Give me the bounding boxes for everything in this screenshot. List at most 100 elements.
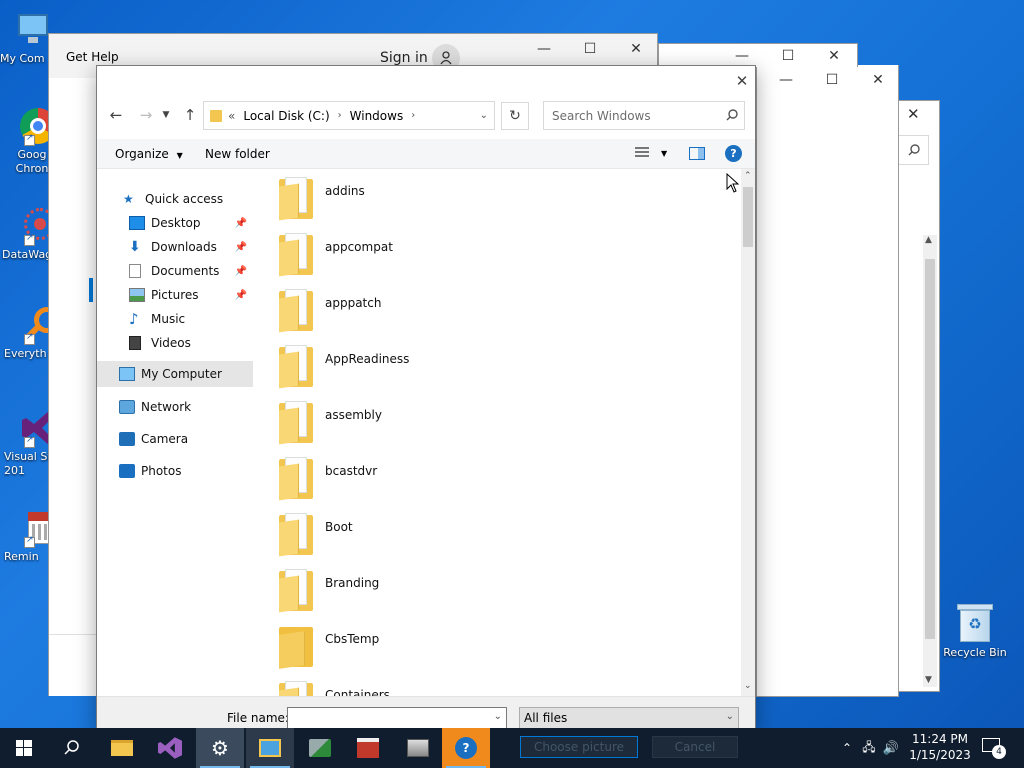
pin-icon[interactable]: 📌 <box>235 266 247 277</box>
cancel-button[interactable]: Cancel <box>652 736 738 758</box>
new-folder-button[interactable]: New folder <box>205 147 270 161</box>
list-item[interactable]: addins <box>279 177 719 233</box>
pin-icon[interactable]: 📌 <box>235 290 247 301</box>
volume-icon[interactable]: 🔊 <box>880 741 902 756</box>
view-details-icon <box>635 147 649 159</box>
back-arrow-icon[interactable]: ← <box>105 104 127 126</box>
list-item[interactable]: assembly <box>279 401 719 457</box>
document-icon <box>129 264 141 278</box>
network-tray-icon[interactable]: 🖧 <box>858 738 880 759</box>
start-button[interactable] <box>0 728 48 768</box>
taskbar-settings[interactable]: ⚙ <box>196 728 244 768</box>
maximize-icon[interactable]: ☐ <box>765 41 811 71</box>
preview-pane-icon[interactable] <box>689 147 705 160</box>
taskbar-app-tools[interactable] <box>296 728 344 768</box>
address-bar[interactable]: « Local Disk (C:) › Windows › ⌄ <box>203 101 495 130</box>
forward-arrow-icon[interactable]: → <box>135 104 157 126</box>
pin-icon[interactable]: 📌 <box>235 218 247 229</box>
help-icon: ? <box>455 737 477 759</box>
chevron-down-icon: ▼ <box>661 148 668 158</box>
taskbar-app-window[interactable] <box>246 728 294 768</box>
taskbar-help[interactable]: ? <box>442 728 490 768</box>
list-item[interactable]: AppReadiness <box>279 345 719 401</box>
music-note-icon: ♪ <box>129 310 139 328</box>
sign-in-link[interactable]: Sign in <box>380 50 428 66</box>
change-view-button[interactable]: ▼ <box>635 147 667 159</box>
taskbar-app-store[interactable] <box>344 728 392 768</box>
close-icon[interactable]: ✕ <box>811 41 857 71</box>
list-item[interactable]: apppatch <box>279 289 719 345</box>
address-dropdown-icon[interactable]: ⌄ <box>480 110 488 121</box>
taskbar-file-explorer[interactable] <box>98 728 146 768</box>
taskbar-visual-studio[interactable] <box>146 728 194 768</box>
maximize-icon[interactable]: ☐ <box>567 34 613 64</box>
list-item[interactable]: bcastdvr <box>279 457 719 513</box>
scrollbar-thumb[interactable] <box>925 259 935 639</box>
file-name-input[interactable]: ⌄ <box>287 707 507 729</box>
nav-quick-access[interactable]: ★ Quick access <box>97 187 253 211</box>
clock[interactable]: 11:24 PM 1/15/2023 <box>908 731 972 763</box>
up-arrow-icon[interactable]: ↑ <box>179 104 201 126</box>
list-item[interactable]: Branding <box>279 569 719 625</box>
notification-badge: 4 <box>992 745 1006 759</box>
refresh-icon[interactable]: ↻ <box>501 102 529 130</box>
breadcrumb-local-disk[interactable]: Local Disk (C:) <box>243 109 329 123</box>
folder-icon <box>279 177 313 221</box>
file-name: addins <box>325 184 365 198</box>
breadcrumb-separator-icon[interactable]: › <box>338 110 342 121</box>
search-button[interactable] <box>48 728 96 768</box>
pin-icon[interactable]: 📌 <box>235 242 247 253</box>
camera-icon <box>119 432 135 446</box>
file-list: addins appcompat apppatch AppReadiness a… <box>257 169 741 696</box>
breadcrumb-windows[interactable]: Windows <box>350 109 404 123</box>
nav-network[interactable]: Network <box>97 395 253 419</box>
list-item[interactable]: appcompat <box>279 233 719 289</box>
chevron-up-icon[interactable]: ⌃ <box>836 741 858 755</box>
selection-indicator <box>89 278 93 302</box>
calendar-icon <box>12 508 60 548</box>
nav-item-pictures[interactable]: Pictures 📌 <box>97 283 253 307</box>
notification-center-button[interactable]: 4 <box>982 738 1006 759</box>
file-name: bcastdvr <box>325 464 378 478</box>
file-type-select[interactable]: All files ⌄ <box>519 707 739 729</box>
choose-picture-button[interactable]: Choose picture <box>520 736 638 758</box>
search-input[interactable]: Search Windows <box>543 101 745 130</box>
list-item[interactable]: CbsTemp <box>279 625 719 681</box>
scrollbar-thumb[interactable] <box>743 187 753 247</box>
nav-camera[interactable]: Camera <box>97 427 253 451</box>
organize-button[interactable]: Organize ▼ <box>115 147 183 161</box>
nav-photos[interactable]: Photos <box>97 459 253 483</box>
taskbar-app-disk[interactable] <box>394 728 442 768</box>
dialog-footer: File name: ⌄ All files ⌄ <box>97 696 755 730</box>
close-icon[interactable]: ✕ <box>855 65 901 95</box>
nav-item-desktop[interactable]: Desktop 📌 <box>97 211 253 235</box>
breadcrumb-overflow[interactable]: « <box>228 109 235 123</box>
desktop-icon-recycle-bin[interactable]: ♻ Recycle Bin <box>937 600 1013 660</box>
folder-icon <box>279 289 313 333</box>
list-item[interactable]: Containers <box>279 681 719 696</box>
minimize-icon[interactable]: — <box>521 34 567 64</box>
taskbar: ⚙ ? Choose picture Cancel ⌃ 🖧 🔊 11:24 PM… <box>0 728 1024 768</box>
help-icon[interactable]: ? <box>725 145 742 162</box>
scroll-down-icon[interactable]: ⌄ <box>744 681 752 691</box>
nav-item-music[interactable]: ♪ Music <box>97 307 253 331</box>
chevron-down-icon[interactable]: ⌄ <box>494 711 502 722</box>
nav-item-videos[interactable]: Videos <box>97 331 253 355</box>
scroll-up-icon[interactable]: ⌃ <box>744 171 752 181</box>
close-icon[interactable]: ✕ <box>907 105 920 123</box>
breadcrumb-separator-icon[interactable]: › <box>411 110 415 121</box>
nav-label: Desktop <box>151 216 201 230</box>
scrollbar[interactable]: ▲ ▼ <box>923 235 937 687</box>
close-icon[interactable]: ✕ <box>613 34 659 64</box>
scroll-down-icon[interactable]: ▼ <box>925 675 932 685</box>
nav-label: Camera <box>141 432 189 446</box>
clock-date: 1/15/2023 <box>909 748 971 762</box>
recent-locations-chevron-icon[interactable]: ▼ <box>159 104 173 126</box>
close-icon[interactable]: ✕ <box>731 70 753 92</box>
file-list-scrollbar[interactable]: ⌃ ⌄ <box>741 169 755 696</box>
list-item[interactable]: Boot <box>279 513 719 569</box>
nav-my-computer[interactable]: My Computer <box>97 361 253 387</box>
nav-item-downloads[interactable]: ⬇ Downloads 📌 <box>97 235 253 259</box>
scroll-up-icon[interactable]: ▲ <box>925 235 932 245</box>
nav-item-documents[interactable]: Documents 📌 <box>97 259 253 283</box>
